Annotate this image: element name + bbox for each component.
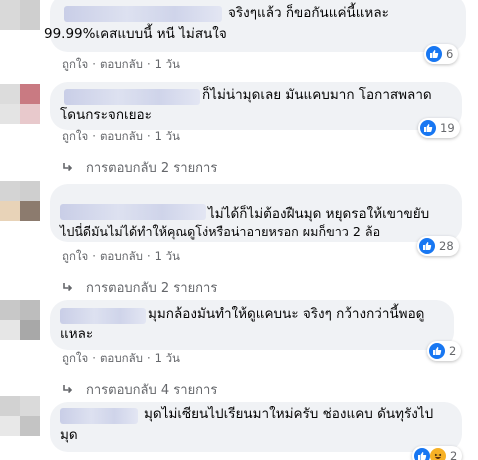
view-replies-link[interactable]: การตอบกลับ 2 รายการ xyxy=(62,157,217,178)
separator: · xyxy=(92,351,96,365)
avatar[interactable] xyxy=(0,0,40,30)
comment-actions: ถูกใจ · ตอบกลับ · 1 วัน xyxy=(62,248,180,266)
like-link[interactable]: ถูกใจ xyxy=(62,57,88,71)
like-icon xyxy=(419,238,435,254)
reaction-count: 2 xyxy=(449,344,457,358)
like-icon xyxy=(429,343,445,359)
reply-link[interactable]: ตอบกลับ xyxy=(100,57,143,71)
like-icon xyxy=(426,46,442,62)
comment-bubble: ก็ไม่น่ามุดเลย มันแคบมาก โอกาสพลาด โดนกร… xyxy=(50,82,462,130)
comment-actions: ถูกใจ · ตอบกลับ · 1 วัน xyxy=(62,56,180,74)
avatar[interactable] xyxy=(0,396,40,436)
comment-text: จริงๆแล้ว ก็ขอกันแค่นี้แหละ xyxy=(228,5,389,21)
like-icon xyxy=(414,448,430,460)
reaction-count: 19 xyxy=(440,121,455,135)
avatar[interactable] xyxy=(0,300,40,340)
comment-text: โดนกระจกเยอะ xyxy=(60,107,152,123)
separator: · xyxy=(146,249,151,263)
commenter-name-redacted[interactable] xyxy=(64,89,200,105)
reply-link[interactable]: ตอบกลับ xyxy=(100,249,143,263)
view-replies-link[interactable]: การตอบกลับ 2 รายการ xyxy=(62,277,217,298)
timestamp[interactable]: 1 วัน xyxy=(155,351,180,365)
reaction-count: 6 xyxy=(446,47,454,61)
like-link[interactable]: ถูกใจ xyxy=(62,249,88,263)
comment-text: ก็ไม่น่ามุดเลย มันแคบมาก โอกาสพลาด xyxy=(202,87,432,103)
comment-text: ไปนี่ดีมันไม่ได้ทำให้คุณดูโง่หรือน่าอายห… xyxy=(60,224,381,239)
comment-text: มุดไม่เซียนไปเรียนมาใหม่ครับ ช่องแคบ ดัน… xyxy=(144,406,434,422)
comment-actions: ถูกใจ · ตอบกลับ · 1 วัน xyxy=(62,128,180,146)
separator: · xyxy=(92,129,96,143)
comment-bubble: มุดไม่เซียนไปเรียนมาใหม่ครับ ช่องแคบ ดัน… xyxy=(50,402,462,452)
comment-text: มุด xyxy=(60,427,78,443)
replies-count-label: การตอบกลับ 2 รายการ xyxy=(86,281,218,296)
comment-bubble: มุมกล้องมันทำให้ดูแคบนะ จริงๆ กว้างกว่าน… xyxy=(50,300,454,350)
separator: · xyxy=(146,351,151,365)
avatar[interactable] xyxy=(0,181,40,221)
separator: · xyxy=(92,57,96,71)
comment-text: แหละ xyxy=(60,326,94,342)
reaction-count: 2 xyxy=(450,449,458,460)
comment-bubble: จริงๆแล้ว ก็ขอกันแค่นี้แหละ 99.99%เคสแบบ… xyxy=(44,0,466,52)
commenter-name-redacted[interactable] xyxy=(60,408,138,424)
commenter-name-redacted[interactable] xyxy=(60,204,206,220)
reaction-summary[interactable]: 2 xyxy=(427,341,462,361)
comment-text: 99.99%เคสแบบนี้ หนี ไม่สนใจ xyxy=(44,26,227,42)
separator: · xyxy=(146,129,151,143)
reaction-summary[interactable]: 6 xyxy=(424,44,459,64)
comment-text: มุมกล้องมันทำให้ดูแคบนะ จริงๆ กว้างกว่าน… xyxy=(148,306,425,322)
reply-arrow-icon xyxy=(62,162,76,174)
reaction-summary[interactable]: 2 xyxy=(412,446,463,460)
replies-count-label: การตอบกลับ 4 รายการ xyxy=(86,383,218,398)
view-replies-link[interactable]: การตอบกลับ 4 รายการ xyxy=(62,379,217,400)
commenter-name-redacted[interactable] xyxy=(64,6,222,22)
like-icon xyxy=(420,120,436,136)
timestamp[interactable]: 1 วัน xyxy=(155,129,180,143)
like-link[interactable]: ถูกใจ xyxy=(62,351,88,365)
reaction-count: 28 xyxy=(439,239,454,253)
timestamp[interactable]: 1 วัน xyxy=(155,249,180,263)
comment-actions: ถูกใจ · ตอบกลับ · 1 วัน xyxy=(62,350,180,368)
replies-count-label: การตอบกลับ 2 รายการ xyxy=(86,161,218,176)
reply-link[interactable]: ตอบกลับ xyxy=(100,129,143,143)
timestamp[interactable]: 1 วัน xyxy=(155,57,180,71)
commenter-name-redacted[interactable] xyxy=(60,308,146,324)
reply-arrow-icon xyxy=(62,384,76,396)
haha-icon xyxy=(430,448,446,460)
reaction-summary[interactable]: 19 xyxy=(418,118,460,138)
like-link[interactable]: ถูกใจ xyxy=(62,129,88,143)
separator: · xyxy=(146,57,151,71)
reply-link[interactable]: ตอบกลับ xyxy=(100,351,143,365)
avatar[interactable] xyxy=(0,84,40,124)
reaction-summary[interactable]: 28 xyxy=(417,236,459,256)
separator: · xyxy=(92,249,96,263)
reply-arrow-icon xyxy=(62,282,76,294)
comment-bubble: ไม่ได้ก็ไม่ต้องฝืนมุด หยุดรอให้เขาขยับ ไ… xyxy=(50,184,462,242)
